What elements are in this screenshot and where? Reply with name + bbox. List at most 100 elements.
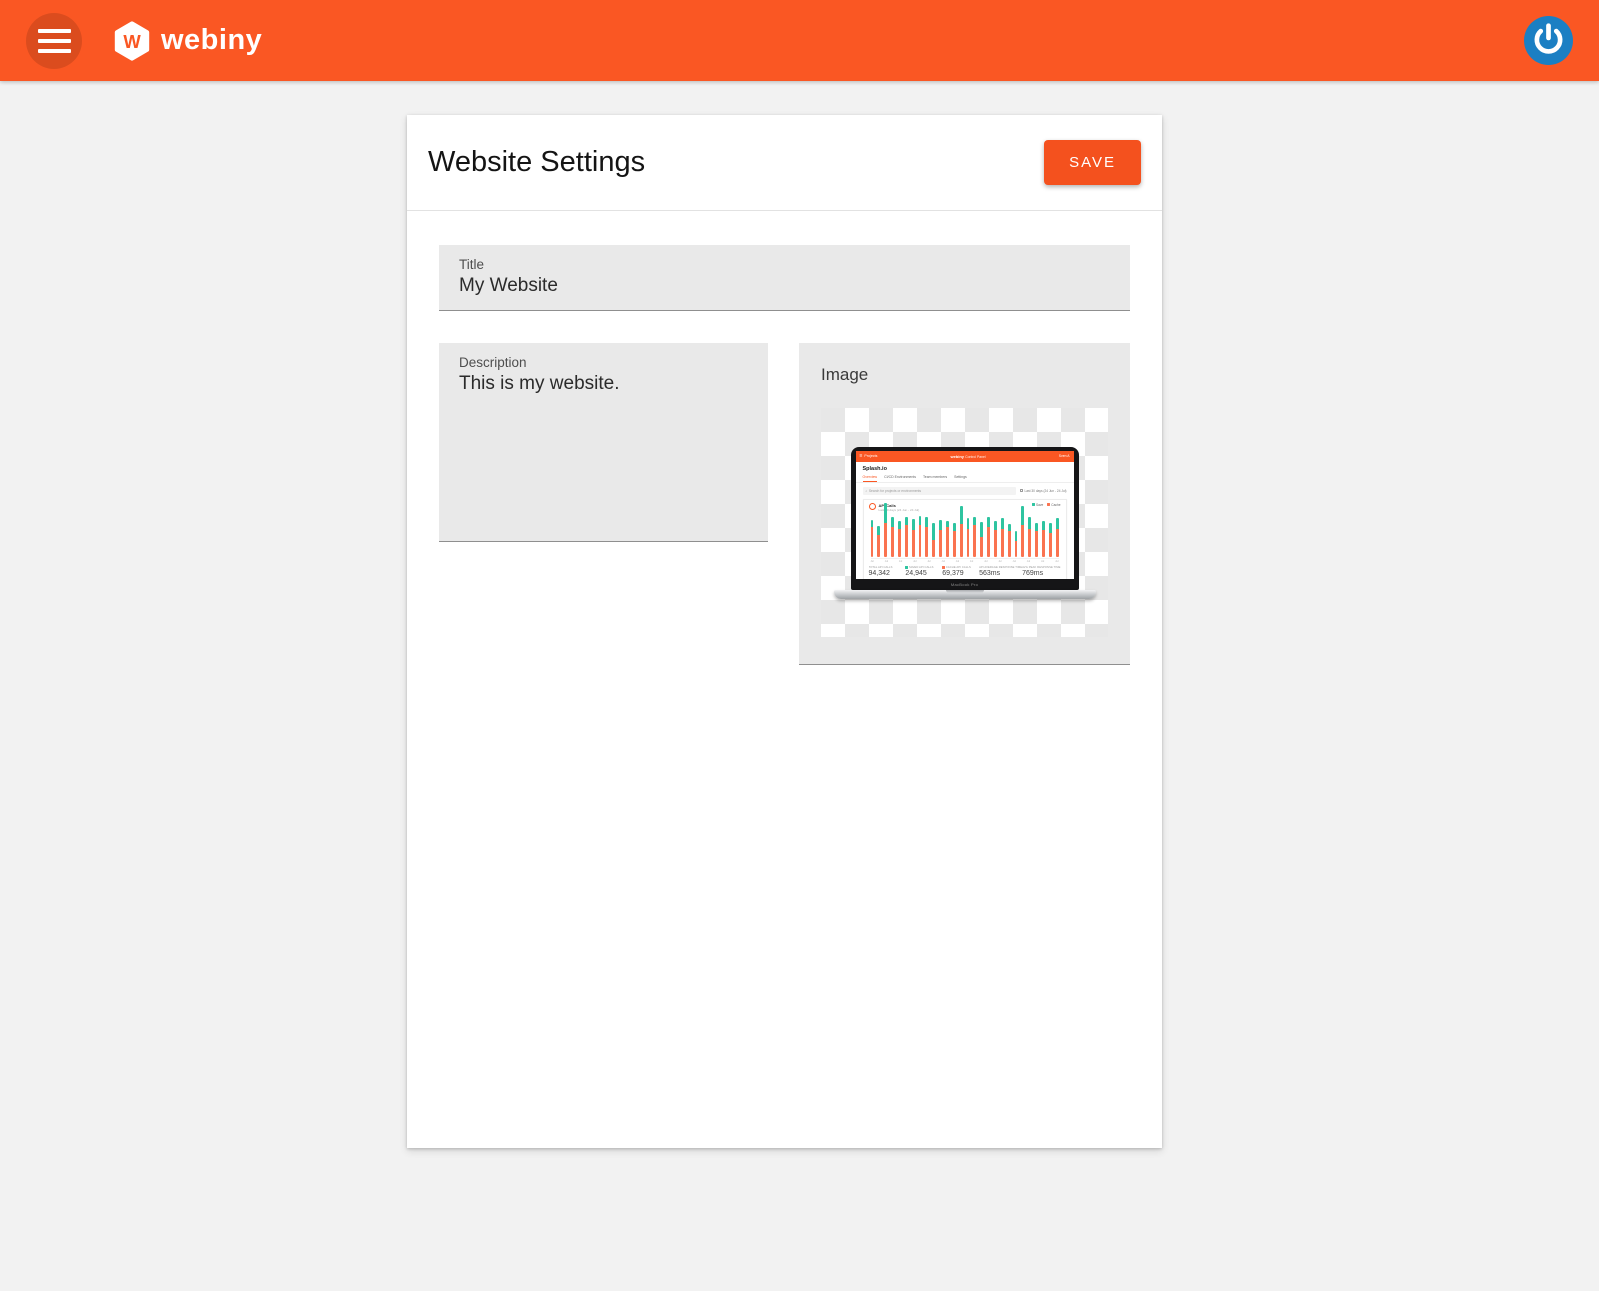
preview-x-tick: Jul [899, 560, 902, 563]
laptop-base [834, 590, 1096, 599]
preview-bar [912, 519, 915, 557]
preview-bar [925, 517, 928, 557]
preview-stat-value: 69,379 [942, 570, 979, 577]
preview-x-tick: Jul [984, 560, 987, 563]
preview-bar [973, 517, 976, 557]
preview-tab: Team members [923, 475, 947, 482]
save-button[interactable]: SAVE [1044, 140, 1141, 185]
preview-bar [994, 521, 997, 557]
preview-bar [932, 523, 935, 557]
svg-text:W: W [123, 30, 141, 51]
preview-stat: AVG PEAK RESPONSE TIME769ms [1022, 566, 1060, 577]
preview-search-input: ⌕ Search for projects or environments [863, 487, 1016, 495]
preview-x-tick: Jul [1041, 560, 1044, 563]
laptop-bezel: ≡ Projects webiny Control Panel Sven A S… [851, 447, 1079, 590]
preview-date-range: Last 30 days (24 Jun - 24 Jul) [1020, 489, 1067, 493]
preview-stat-label: CACHE API CALLS [942, 566, 979, 569]
preview-x-tick: Jul [913, 560, 916, 563]
laptop-mockup-image: ≡ Projects webiny Control Panel Sven A S… [834, 447, 1096, 599]
title-field-label: Title [459, 257, 1110, 272]
preview-x-tick: Jul [970, 560, 973, 563]
title-field: Title [439, 245, 1130, 311]
preview-tab: CI/CD Environments [884, 475, 916, 482]
preview-bar [871, 520, 874, 557]
preview-nav-left: Projects [864, 454, 877, 458]
preview-stat-label: SAVED API CALLS [905, 566, 942, 569]
description-field: Description This is my website. [439, 343, 768, 542]
image-upload-preview[interactable]: ≡ Projects webiny Control Panel Sven A S… [821, 408, 1108, 637]
preview-stat-value: 769ms [1022, 570, 1060, 577]
fields-row: Description This is my website. Image ≡ … [439, 343, 1130, 665]
app-top-bar: W webiny [0, 0, 1599, 81]
card-header: Website Settings SAVE [407, 115, 1162, 211]
preview-stat: CACHE API CALLS69,379 [942, 566, 979, 577]
preview-nav-right: Sven A [1059, 454, 1070, 458]
preview-search-icon: ⌕ [866, 489, 868, 493]
preview-bar [884, 503, 887, 557]
preview-bar [1042, 521, 1045, 557]
preview-bar [987, 517, 990, 557]
preview-tabs: OverviewCI/CD EnvironmentsTeam membersSe… [856, 474, 1074, 483]
preview-x-tick: Jul [871, 560, 874, 563]
preview-x-tick: Jul [956, 560, 959, 563]
preview-stat: SAVED API CALLS24,945 [905, 566, 942, 577]
preview-bar [898, 521, 901, 557]
preview-bar [1028, 517, 1031, 557]
preview-bar [1035, 523, 1038, 557]
webiny-brand: W webiny [112, 21, 262, 61]
preview-bar [905, 517, 908, 557]
preview-bar [967, 518, 970, 557]
brand-wordmark: webiny [161, 26, 262, 55]
card-body: Title Description This is my website. Im… [407, 211, 1162, 665]
preview-bar [877, 526, 880, 557]
preview-tab: Overview [863, 475, 878, 482]
preview-x-tick: Jul [1055, 560, 1058, 563]
preview-chart-legend: SaveCache [1032, 503, 1060, 507]
preview-bar [1015, 531, 1018, 557]
preview-bar [1049, 523, 1052, 557]
description-textarea[interactable]: This is my website. [459, 373, 748, 523]
preview-stat: API AVERAGE RESPONSE TIME563ms [979, 566, 1022, 577]
preview-stat-label: API AVERAGE RESPONSE TIME [979, 566, 1022, 569]
preview-dashboard-topbar: ≡ Projects webiny Control Panel Sven A [856, 451, 1074, 462]
device-label: MacBook Pro [851, 582, 1079, 587]
preview-bar [919, 516, 922, 557]
preview-bar [953, 523, 956, 557]
laptop-screen: ≡ Projects webiny Control Panel Sven A S… [856, 451, 1074, 579]
preview-card-header: API Calls Last 30 days (24 Jun - 24 Jul)… [869, 503, 1061, 513]
preview-x-tick: Jul [1013, 560, 1016, 563]
preview-stat-value: 563ms [979, 570, 1022, 577]
preview-project-name: Splash.io [856, 462, 1074, 474]
title-input[interactable] [459, 275, 1110, 297]
preview-x-tick: Jul [927, 560, 930, 563]
preview-x-tick: Jul [998, 560, 1001, 563]
preview-x-tick: Jul [1027, 560, 1030, 563]
preview-stat-label: AVG PEAK RESPONSE TIME [1022, 566, 1060, 569]
preview-stat-label: TOTAL API CALLS [869, 566, 906, 569]
preview-stat-value: 24,945 [905, 570, 942, 577]
preview-calendar-icon [1020, 489, 1024, 493]
preview-brand: webiny Control Panel [950, 454, 985, 459]
preview-stat-value: 94,342 [869, 570, 906, 577]
user-avatar[interactable] [1524, 16, 1573, 65]
preview-bar [1008, 524, 1011, 557]
description-field-label: Description [459, 355, 748, 370]
image-field-label: Image [821, 365, 1108, 385]
stat-dot [905, 566, 908, 569]
preview-bar [1001, 518, 1004, 557]
preview-stat: TOTAL API CALLS94,342 [869, 566, 906, 577]
preview-bar [1056, 518, 1059, 557]
image-field: Image ≡ Projects webiny Contr [799, 343, 1130, 665]
preview-bar [891, 517, 894, 557]
preview-x-tick: Jul [885, 560, 888, 563]
preview-bar [960, 506, 963, 557]
legend-dot [1032, 503, 1035, 506]
hamburger-menu-button[interactable] [26, 13, 82, 69]
preview-chart-xaxis: Jul Jul Jul Jul Jul Jul Jul Jul Jul Jul Jul Jul Jul J… [871, 558, 1059, 563]
preview-stats-row: TOTAL API CALLS94,342SAVED API CALLS24,9… [869, 566, 1061, 577]
preview-hamburger-icon: ≡ [860, 454, 863, 459]
preview-x-tick: Jul [942, 560, 945, 563]
preview-legend-item: Save [1032, 503, 1043, 507]
preview-bar [946, 521, 949, 557]
preview-api-icon [869, 503, 876, 510]
